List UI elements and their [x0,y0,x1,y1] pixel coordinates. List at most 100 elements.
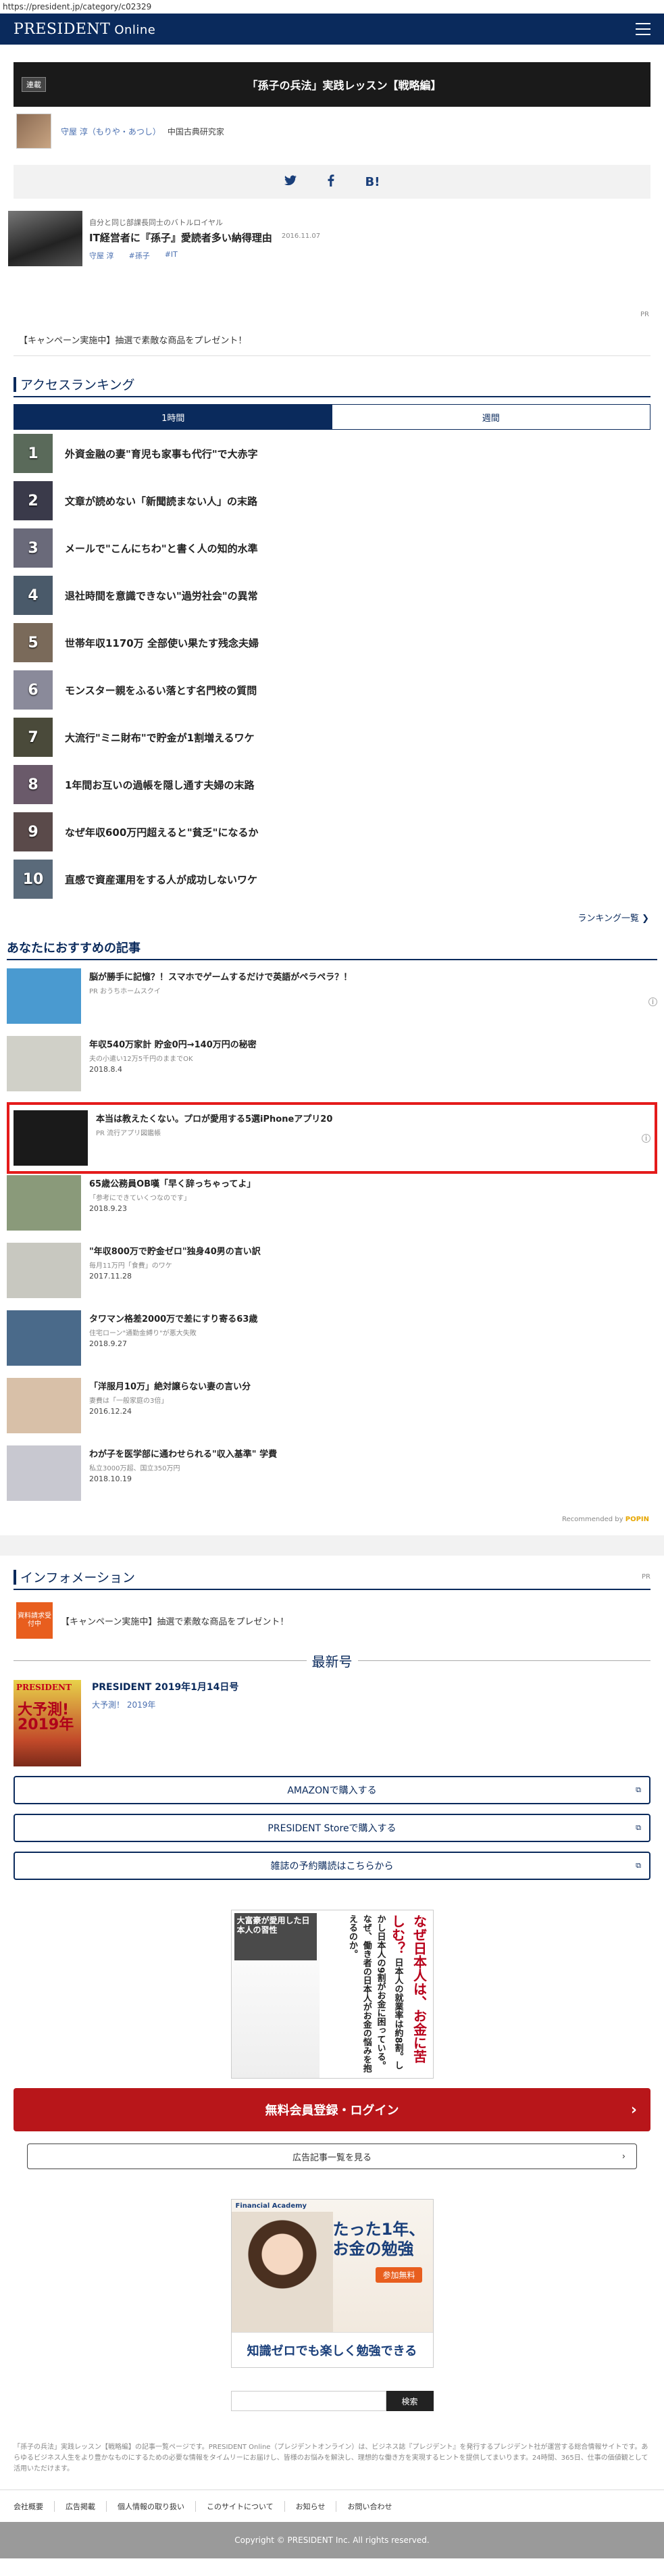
campaign-link[interactable]: 【キャンペーン実施中】抽選で素敵な商品をプレゼント！ [14,324,650,356]
ranking-item[interactable]: 8 1年間お互いの過帳を隠し通す夫婦の末路 [14,761,650,808]
ranking-title[interactable]: 1年間お互いの過帳を隠し通す夫婦の末路 [65,778,254,792]
footer-link[interactable]: お問い合わせ [336,2501,403,2512]
info-text[interactable]: 【キャンペーン実施中】抽選で素敵な商品をプレゼント！ [61,1614,288,1627]
recommend-thumbnail [7,1378,81,1433]
recommended-by[interactable]: Recommended by POPIN [0,1516,649,1523]
recommend-item[interactable]: 年収540万家計 貯金0円→140万円の秘密 夫の小遣い12万5千円のままでOK 2… [7,1035,657,1102]
ranking-item[interactable]: 3 メールで"こんにちわ"と書く人の知的水準 [14,524,650,572]
footer-link[interactable]: このサイトについて [196,2500,285,2512]
ranking-item[interactable]: 7 大流行"ミニ財布"で貯金が1割増えるワケ [14,714,650,761]
recommend-title[interactable]: "年収800万で貯金ゼロ"独身40男の言い訳 [89,1244,657,1257]
ranking-title[interactable]: 直感で資産運用をする人が成功しないワケ [65,872,257,887]
footer-link[interactable]: 個人情報の取り扱い [107,2500,196,2512]
recommend-title[interactable]: 「洋服月10万」絶対譲らない妻の言い分 [89,1379,657,1392]
ranking-title[interactable]: 文章が読めない「新聞読まない人」の末路 [65,494,257,508]
tab-hourly[interactable]: 1時間 [14,405,332,429]
recommend-title[interactable]: 65歳公務員OB嘆「早く辞っちゃってよ」 [89,1176,657,1189]
ranking-title[interactable]: メールで"こんにちわ"と書く人の知的水準 [65,541,258,555]
footer-links: 会社概要 広告掲載 個人情報の取り扱い このサイトについて お知らせ お問い合わ… [0,2490,664,2522]
site-logo[interactable]: PRESIDENT Online [14,21,155,38]
recommend-title[interactable]: 脳が勝手に記憶？！スマホでゲームするだけで英語がペラペラ？！ [89,970,648,983]
ad-info-icon[interactable]: i [648,997,657,1006]
share-bar: B! [14,165,650,199]
chevron-right-icon: › [621,2151,625,2162]
ad-info-icon[interactable]: i [642,1133,650,1143]
ranking-item[interactable]: 1 外資金融の妻"育児も家事も代行"で大赤字 [14,430,650,477]
ranking-thumbnail: 4 [14,576,53,615]
ad-banner-book[interactable]: 大富豪が愛用した日本人の習性 なぜ日本人は、お金に苦しむ？ 日本人の就業率は約8… [230,1910,434,2079]
ranking-thumbnail: 2 [14,481,53,520]
menu-icon[interactable] [636,23,650,35]
ranking-more-link[interactable]: ランキング一覧 ❯ [0,911,649,924]
subscribe-button[interactable]: 雑誌の予約購読はこちらから ⧉ [14,1852,650,1880]
browser-url[interactable]: https://president.jp/category/c02329 [0,0,664,14]
recommend-title[interactable]: わが子を医学部に通わせられる"収入基準" 学費 [89,1447,657,1460]
magazine-cover[interactable]: PRESIDENT 大予測! 2019年 [14,1680,81,1766]
footer-link[interactable]: お知らせ [285,2500,337,2512]
recommend-item[interactable]: 脳が勝手に記憶？！スマホでゲームするだけで英語がペラペラ？！ PR おうちホームス… [7,967,657,1035]
ad-banner-academy[interactable]: Financial Academy たった1年、お金の勉強 参加無料 知識ゼロで… [230,2199,434,2368]
recommend-item[interactable]: "年収800万で貯金ゼロ"独身40男の言い訳 毎月11万円「食費」のワケ 2017.… [7,1241,657,1309]
ranking-title[interactable]: 世帯年収1170万 全部使い果たす残念夫婦 [65,636,259,650]
buy-store-button[interactable]: PRESIDENT Storeで購入する ⧉ [14,1814,650,1842]
author-affiliation: 中国古典研究家 [167,126,224,137]
recommend-subtitle: 「参考にできていくつなのです」 [89,1195,190,1202]
recommend-date: 2018.9.27 [89,1339,127,1348]
recommend-subtitle: 私立3000万超、国立350万円 [89,1465,180,1472]
recommend-subtitle: 毎月11万円「食費」のワケ [89,1262,172,1270]
latest-issue[interactable]: PRESIDENT 大予測! 2019年 PRESIDENT 2019年1月14… [14,1680,650,1766]
footer-link[interactable]: 広告掲載 [55,2500,107,2512]
ranking-item[interactable]: 9 なぜ年収600万円超えると"貧乏"になるか [14,808,650,856]
ranking-title[interactable]: 大流行"ミニ財布"で貯金が1割増えるワケ [65,730,255,745]
tab-weekly[interactable]: 週間 [332,405,650,429]
information-heading: インフォメーション PR [14,1568,650,1590]
recommend-item[interactable]: タワマン格差2000万で差にすり寄る63歳 住宅ローン"通勤金縛り"が悪大失敗 20… [7,1309,657,1377]
issue-title[interactable]: PRESIDENT 2019年1月14日号 [92,1680,238,1693]
ranking-item[interactable]: 6 モンスター親をふるい落とす名門校の質問 [14,666,650,714]
buy-amazon-button[interactable]: AMAZONで購入する ⧉ [14,1776,650,1804]
recommend-list: 脳が勝手に記憶？！スマホでゲームするだけで英語がペラペラ？！ PR おうちホームス… [7,967,657,1512]
search-button[interactable]: 検索 [386,2391,434,2411]
recommend-item[interactable]: わが子を医学部に通わせられる"収入基準" 学費 私立3000万超、国立350万円 2… [7,1444,657,1512]
related-article[interactable]: 自分と同じ部課長同士のバトルロイヤル IT経営者に『孫子』愛読者多い納得理由 2… [8,211,650,266]
recommend-title[interactable]: タワマン格差2000万で差にすり寄る63歳 [89,1312,657,1324]
pr-label: PR [642,1573,650,1581]
information-item[interactable]: 資料請求受付中 【キャンペーン実施中】抽選で素敵な商品をプレゼント！ [16,1602,650,1639]
search-input[interactable] [230,2391,386,2411]
ranking-title[interactable]: 退社時間を意識できない"過労社会"の異常 [65,589,258,603]
related-tag[interactable]: #IT [165,250,178,261]
ranking-number: 6 [28,681,39,699]
latest-issue-heading: 最新号 [14,1651,650,1670]
ranking-item[interactable]: 10 直感で資産運用をする人が成功しないワケ [14,856,650,903]
ad-articles-button[interactable]: 広告記事一覧を見る › [27,2144,637,2169]
ranking-item[interactable]: 2 文章が読めない「新聞読まない人」の末路 [14,477,650,524]
ranking-title[interactable]: 外資金融の妻"育児も家事も代行"で大赤字 [65,447,258,461]
twitter-icon[interactable] [284,175,297,189]
related-tag[interactable]: #孫子 [129,250,150,261]
register-login-button[interactable]: 無料会員登録・ログイン › [14,2088,650,2131]
recommend-thumbnail [7,1175,81,1231]
recommend-date: 2018.9.23 [89,1204,127,1213]
recommend-subtitle: 妻費は「一般家庭の3倍」 [89,1397,168,1405]
external-link-icon: ⧉ [636,1861,641,1870]
facebook-icon[interactable] [328,174,334,190]
ranking-number: 8 [28,776,39,793]
related-title[interactable]: IT経営者に『孫子』愛読者多い納得理由 [89,230,272,245]
recommend-item[interactable]: 65歳公務員OB嘆「早く辞っちゃってよ」「参考にできていくつなのです」 2018.… [7,1174,657,1241]
related-tag[interactable]: 守屋 淳 [89,250,114,261]
recommend-title[interactable]: 年収540万家計 貯金0円→140万円の秘密 [89,1037,657,1050]
recommend-item[interactable]: 本当は教えたくない。プロが愛用する5選iPhoneアプリ20 PR 流行アプリ図鑑… [7,1102,657,1174]
recommend-date: 2016.12.24 [89,1407,132,1416]
recommend-title[interactable]: 本当は教えたくない。プロが愛用する5選iPhoneアプリ20 [96,1112,642,1124]
author-name[interactable]: 守屋 淳（もりや・あつし） [61,126,161,137]
ranking-title[interactable]: モンスター親をふるい落とす名門校の質問 [65,683,257,697]
hatena-bookmark-icon[interactable]: B! [365,175,380,189]
recommend-date: 2018.8.4 [89,1065,122,1074]
recommend-item[interactable]: 「洋服月10万」絶対譲らない妻の言い分妻費は「一般家庭の3倍」 2016.12.2… [7,1377,657,1444]
ranking-title[interactable]: なぜ年収600万円超えると"貧乏"になるか [65,825,259,839]
author-row: 守屋 淳（もりや・あつし） 中国古典研究家 [16,114,650,149]
related-article-image [8,211,82,266]
ranking-item[interactable]: 4 退社時間を意識できない"過労社会"の異常 [14,572,650,619]
footer-link[interactable]: 会社概要 [14,2500,55,2512]
ranking-item[interactable]: 5 世帯年収1170万 全部使い果たす残念夫婦 [14,619,650,666]
